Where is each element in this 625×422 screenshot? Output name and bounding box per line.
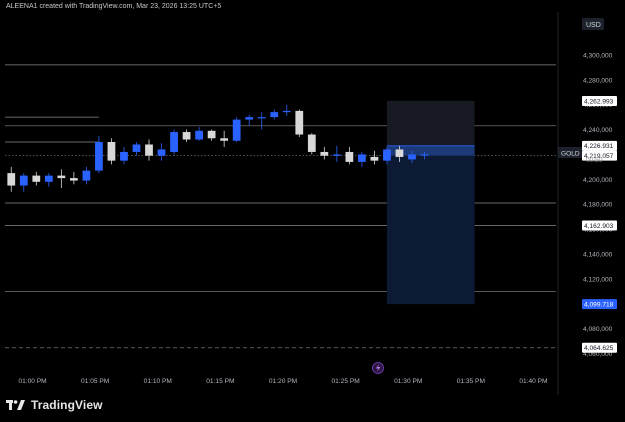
time-tick-label: 01:05 PM — [81, 378, 109, 385]
candle-body — [220, 138, 229, 141]
price-label-text: 4,162.903 — [584, 223, 614, 230]
candle-body — [195, 130, 203, 140]
candle-body — [44, 175, 53, 182]
candle-body — [157, 149, 166, 156]
price-tick-label: 4,280,000 — [583, 77, 613, 84]
currency-label: USD — [586, 22, 601, 29]
position-zone — [386, 100, 475, 305]
candle-body — [132, 144, 141, 152]
candle-body — [370, 156, 379, 161]
candle-body — [320, 151, 329, 156]
price-labels: 4,262.9934,226.9314,219.0574,162.9034,09… — [582, 95, 617, 353]
candle-body — [69, 178, 78, 181]
candle-body — [420, 154, 429, 156]
candle-body — [95, 142, 103, 171]
candle-body — [57, 175, 66, 179]
stop-zone — [386, 145, 475, 305]
price-label-text: 4,226.931 — [584, 143, 614, 150]
time-axis: 12:55 PM01:00 PM01:05 PM01:10 PM01:15 PM… — [18, 378, 547, 385]
candle-body — [358, 154, 366, 162]
candle-body — [408, 154, 416, 160]
countdown-badge: 00:50 — [586, 157, 603, 164]
candle-body — [7, 173, 16, 186]
candle-body — [32, 175, 41, 182]
time-tick-label: 01:00 PM — [18, 378, 46, 385]
candle-body — [107, 142, 116, 161]
candle-body — [257, 117, 266, 119]
candle-body — [270, 112, 279, 118]
price-tick-label: 4,080,000 — [583, 326, 613, 333]
countdown-label: 00:50 — [586, 157, 603, 164]
time-tick-label: 01:40 PM — [519, 378, 547, 385]
candle-body — [207, 130, 216, 139]
time-tick-label: 01:25 PM — [332, 378, 360, 385]
price-label-text: 4,262.993 — [584, 98, 614, 105]
candle-body — [82, 170, 91, 181]
time-tick-label: 01:15 PM — [206, 378, 234, 385]
currency-badge: USD — [582, 18, 604, 30]
candle-body — [383, 149, 391, 161]
time-tick-label: 01:10 PM — [144, 378, 172, 385]
price-label-text: 4,099.718 — [584, 302, 614, 309]
time-tick-label: 01:35 PM — [457, 378, 485, 385]
price-tick-label: 4,200,000 — [583, 177, 613, 184]
time-tick-label: 01:20 PM — [269, 378, 297, 385]
candle-body — [295, 110, 304, 135]
event-marker[interactable] — [372, 362, 384, 374]
price-tick-label: 4,140,000 — [583, 252, 613, 259]
price-tick-label: 4,120,000 — [583, 276, 613, 283]
candle-body — [182, 132, 191, 140]
tradingview-brand: TradingView — [31, 398, 103, 412]
symbol-label: GOLD — [561, 151, 580, 158]
tradingview-watermark: TradingView — [6, 398, 103, 412]
candle-body — [120, 151, 128, 161]
price-tick-label: 4,240,000 — [583, 127, 613, 134]
price-tick-label: 4,180,000 — [583, 202, 613, 209]
price-label-text: 4,064.625 — [584, 345, 614, 352]
candle-body — [307, 134, 316, 152]
candles — [7, 104, 429, 192]
candle-body — [145, 144, 153, 156]
candle-body — [345, 151, 354, 162]
candle-body — [232, 119, 241, 141]
time-tick-label: 01:30 PM — [394, 378, 422, 385]
price-tick-label: 4,300,000 — [583, 52, 613, 59]
candle-body — [19, 175, 28, 186]
symbol-badge: GOLD — [558, 147, 582, 158]
candle-body — [282, 110, 291, 113]
target-zone — [386, 100, 475, 146]
tradingview-logo-icon — [6, 400, 25, 410]
candle-body — [170, 132, 178, 152]
candle-body — [395, 149, 404, 157]
candlestick-chart[interactable]: 4,300,0004,280,0004,260,0004,240,0004,22… — [0, 0, 625, 395]
candle-body — [245, 117, 254, 120]
candle-body — [332, 154, 341, 156]
